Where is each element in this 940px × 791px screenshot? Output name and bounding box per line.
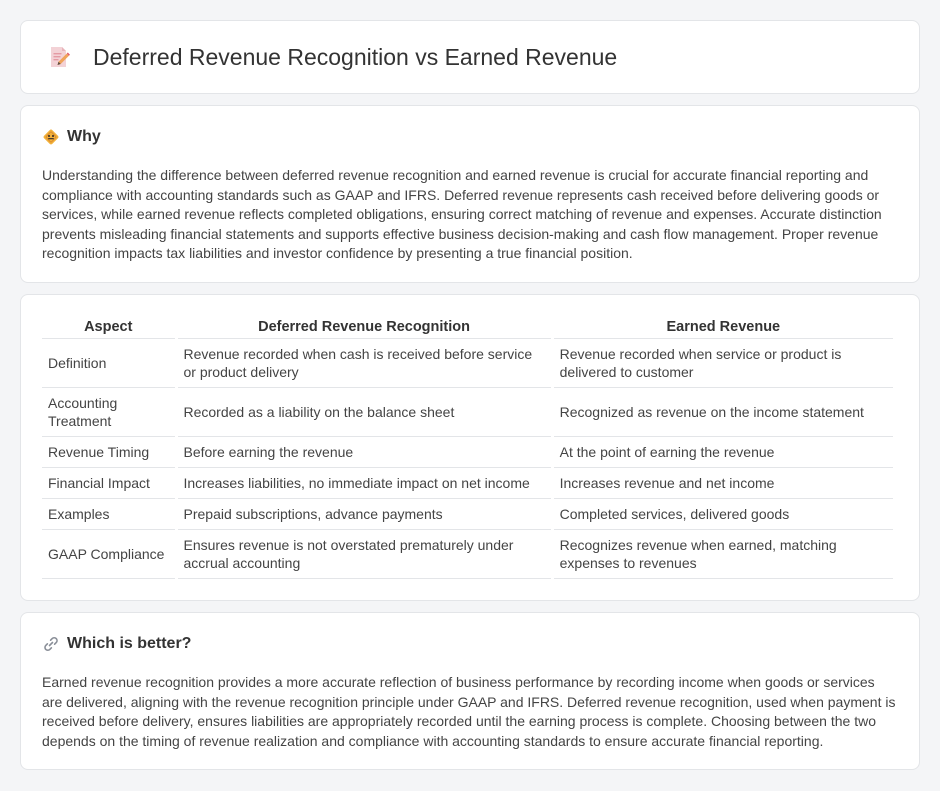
table-row: Revenue Timing Before earning the revenu… — [42, 437, 893, 468]
title-card: Deferred Revenue Recognition vs Earned R… — [20, 20, 920, 94]
table-row: Accounting Treatment Recorded as a liabi… — [42, 388, 893, 437]
table-header-row: Aspect Deferred Revenue Recognition Earn… — [42, 317, 893, 339]
diamond-sign-icon — [43, 129, 59, 145]
better-section: Which is better? Earned revenue recognit… — [20, 612, 920, 770]
cell-deferred: Revenue recorded when cash is received b… — [177, 339, 551, 388]
cell-earned: Revenue recorded when service or product… — [553, 339, 893, 388]
comparison-table: Aspect Deferred Revenue Recognition Earn… — [39, 317, 896, 579]
table-row: GAAP Compliance Ensures revenue is not o… — [42, 530, 893, 579]
cell-earned: Completed services, delivered goods — [553, 499, 893, 530]
cell-aspect: GAAP Compliance — [42, 530, 175, 579]
why-text: Understanding the difference between def… — [42, 167, 882, 262]
cell-deferred: Ensures revenue is not overstated premat… — [177, 530, 551, 579]
header-earned: Earned Revenue — [553, 317, 893, 339]
cell-deferred: Prepaid subscriptions, advance payments — [177, 499, 551, 530]
header-aspect: Aspect — [42, 317, 175, 339]
cell-aspect: Accounting Treatment — [42, 388, 175, 437]
page-title: Deferred Revenue Recognition vs Earned R… — [93, 43, 618, 70]
cell-earned: At the point of earning the revenue — [553, 437, 893, 468]
better-heading: Which is better? — [67, 635, 192, 652]
document-pencil-icon — [51, 47, 70, 67]
cell-aspect: Definition — [42, 339, 175, 388]
cell-earned: Recognizes revenue when earned, matching… — [553, 530, 893, 579]
why-section: Why Understanding the difference between… — [20, 105, 920, 283]
cell-aspect: Examples — [42, 499, 175, 530]
why-heading: Why — [67, 128, 101, 145]
cell-earned: Recognized as revenue on the income stat… — [553, 388, 893, 437]
better-text: Earned revenue recognition provides a mo… — [42, 674, 896, 749]
table-row: Examples Prepaid subscriptions, advance … — [42, 499, 893, 530]
header-deferred: Deferred Revenue Recognition — [177, 317, 551, 339]
cell-deferred: Increases liabilities, no immediate impa… — [177, 468, 551, 499]
cell-aspect: Revenue Timing — [42, 437, 175, 468]
cell-deferred: Recorded as a liability on the balance s… — [177, 388, 551, 437]
better-header: Which is better? — [42, 635, 898, 653]
cell-earned: Increases revenue and net income — [553, 468, 893, 499]
link-icon — [44, 636, 58, 652]
comparison-card: Aspect Deferred Revenue Recognition Earn… — [20, 294, 920, 601]
cell-aspect: Financial Impact — [42, 468, 175, 499]
table-row: Definition Revenue recorded when cash is… — [42, 339, 893, 388]
table-row: Financial Impact Increases liabilities, … — [42, 468, 893, 499]
cell-deferred: Before earning the revenue — [177, 437, 551, 468]
why-header: Why — [42, 128, 898, 146]
